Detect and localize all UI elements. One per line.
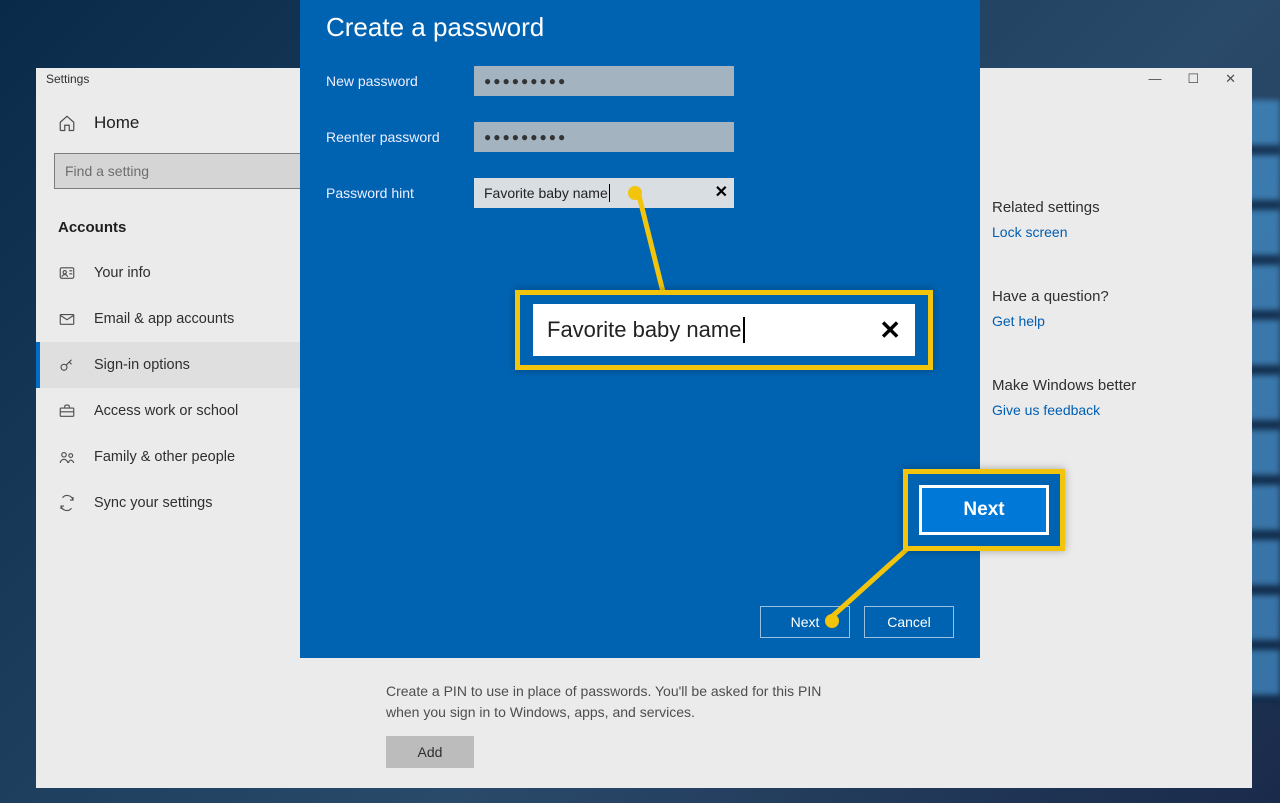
reenter-label: Reenter password [326,129,474,145]
cancel-button[interactable]: Cancel [864,606,954,638]
next-label: Next [791,614,820,630]
callout-hint-inner: Favorite baby name ✕ [533,304,915,356]
callout-next-inner: Next [919,485,1049,535]
dialog-title: Create a password [326,12,954,43]
reenter-password-row: Reenter password ●●●●●●●●● [326,121,954,153]
cancel-label: Cancel [887,614,931,630]
password-dots: ●●●●●●●●● [484,130,567,144]
hint-input[interactable]: Favorite baby name ✕ [474,178,734,208]
callout-hint: Favorite baby name ✕ [515,290,933,370]
text-caret [743,317,745,343]
dialog-footer: Next Cancel [760,606,954,638]
callout-next-text: Next [963,499,1004,521]
hint-value: Favorite baby name [484,185,608,201]
hint-label: Password hint [326,185,474,201]
callout-next: Next [903,469,1065,551]
new-password-row: New password ●●●●●●●●● [326,65,954,97]
password-dots: ●●●●●●●●● [484,74,567,88]
new-password-label: New password [326,73,474,89]
clear-icon[interactable]: ✕ [715,182,728,202]
callout-hint-text: Favorite baby name [547,317,741,343]
reenter-password-input[interactable]: ●●●●●●●●● [474,122,734,152]
text-caret [609,184,610,202]
new-password-input[interactable]: ●●●●●●●●● [474,66,734,96]
clear-icon: ✕ [879,315,901,346]
